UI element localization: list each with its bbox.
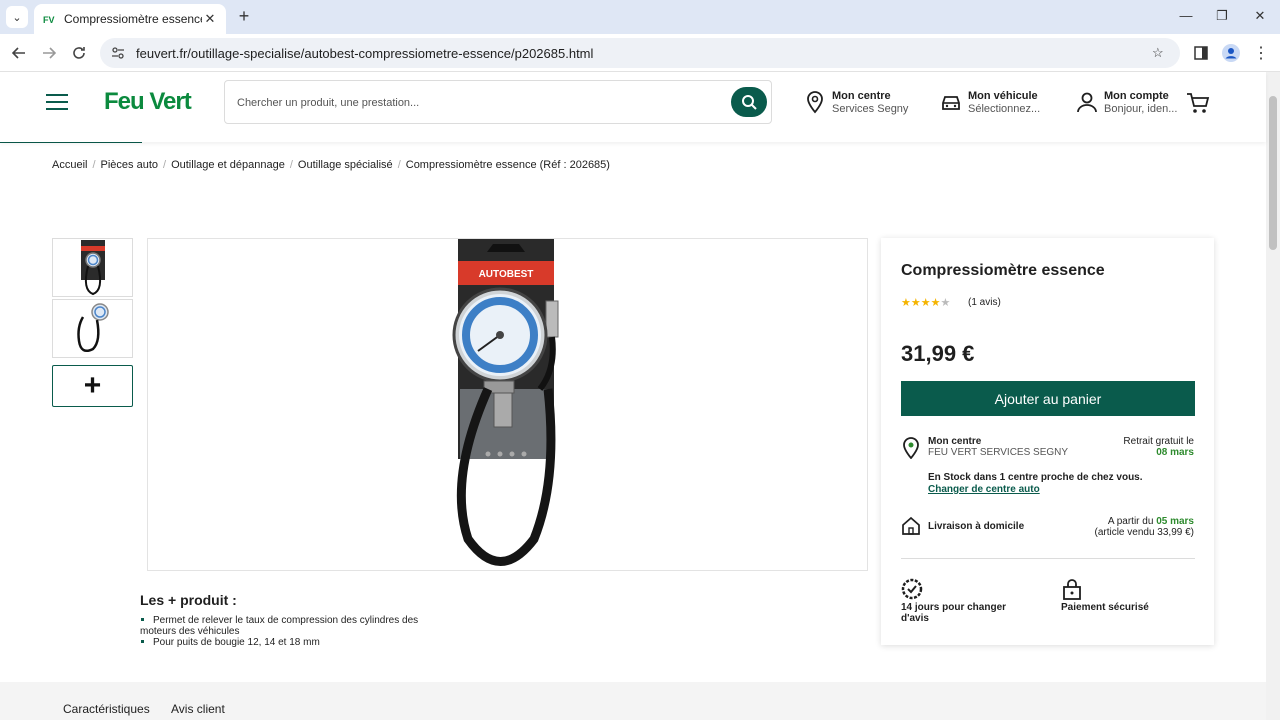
centre-subtitle: Services Segny [832,103,909,115]
add-to-cart-button[interactable]: Ajouter au panier [901,381,1195,416]
return-badge-icon [901,578,923,600]
cart-icon[interactable] [1186,92,1210,114]
breadcrumb: Accueil / Pièces auto / Outillage et dépan… [52,159,610,171]
vehicule-title: Mon véhicule [968,90,1038,102]
search-box [224,80,772,124]
delivery-date: A partir du 05 mars [1108,516,1194,527]
payment-badge-text: Paiement sécurisé [1061,602,1149,613]
menu-hamburger-icon[interactable] [46,94,68,110]
svg-text:FV: FV [43,15,55,25]
forward-arrow-icon[interactable] [38,42,60,64]
tab-title: Compressiomètre essence - Feu [64,12,202,26]
more-images-button[interactable]: + [52,365,133,407]
bookmark-star-icon[interactable]: ☆ [1152,45,1170,61]
padlock-icon [1063,579,1081,600]
browser-toolbar: feuvert.fr/outillage-specialise/autobest… [0,34,1280,72]
article-delivered-price: (article vendu 33,99 €) [1094,527,1194,538]
vehicule-subtitle: Sélectionnez... [968,103,1041,115]
browser-tabbar: ⌄ FV Compressiomètre essence - Feu ✕ + —… [0,0,1280,34]
highlights-list: Permet de relever le taux de compression… [140,615,430,648]
list-item: Permet de relever le taux de compression… [140,615,430,637]
delivery-date-label: A partir du [1107,516,1154,527]
header-mon-compte[interactable]: Mon compte Bonjour, iden... [1076,90,1177,115]
close-window-icon[interactable]: ✕ [1250,8,1270,24]
centre-title: Mon centre [832,90,891,102]
tab-close-icon[interactable]: ✕ [202,11,218,27]
site-header: Feu Vert Mon centreServices Segny Mon vé… [0,72,1266,142]
search-button[interactable] [731,87,767,117]
site-info-icon[interactable] [110,45,126,61]
maximize-icon[interactable]: ❐ [1212,8,1232,24]
centre-pin-icon [903,437,919,459]
minimize-icon[interactable]: — [1176,8,1196,23]
reload-icon[interactable] [68,42,90,64]
return-badge-text: 14 jours pour changer d'avis [901,602,1007,624]
breadcrumb-item[interactable]: Outillage spécialisé [298,159,393,171]
breadcrumb-item[interactable]: Pièces auto [101,159,158,171]
thumbnail-packaged[interactable] [52,238,133,297]
stock-status: En Stock dans 1 centre proche de chez vo… [928,472,1143,483]
compression-gauge-image: AUTOBEST [452,239,559,566]
star-icon: ★ [910,297,921,309]
breadcrumb-item[interactable]: Accueil [52,159,87,171]
header-mon-centre[interactable]: Mon centre Services Segny [804,90,908,115]
retrait-label: Retrait gratuit le [1123,436,1194,447]
location-pin-icon [807,91,823,114]
url-text: feuvert.fr/outillage-specialise/autobest… [136,45,594,61]
product-title: Compressiomètre essence [901,262,1105,279]
breadcrumb-item[interactable]: Outillage et dépannage [171,159,285,171]
brand-label: AUTOBEST [479,269,534,280]
star-icon: ★ [930,297,941,309]
browser-tab[interactable]: FV Compressiomètre essence - Feu ✕ [34,4,226,34]
thumbnail-hose[interactable] [52,299,133,358]
panel-centre-name: FEU VERT SERVICES SEGNY [928,447,1069,458]
page-scrollbar[interactable] [1266,72,1280,720]
search-input[interactable] [237,93,717,113]
product-price: 31,99 € [901,341,975,366]
retrait-date: 08 mars [1156,447,1194,458]
main-product-image[interactable]: AUTOBEST [147,238,868,571]
panel-divider [901,558,1195,559]
tab-caracteristiques[interactable]: Caractéristiques [63,702,150,716]
back-arrow-icon[interactable] [8,42,30,64]
highlight-text: Permet de relever le taux de compression… [140,615,419,637]
side-panel-icon[interactable] [1190,42,1212,64]
home-delivery-label: Livraison à domicile [928,521,1025,532]
profile-avatar-icon[interactable] [1220,42,1242,64]
scrollbar-thumb[interactable] [1269,96,1277,250]
address-bar[interactable]: feuvert.fr/outillage-specialise/autobest… [100,38,1180,68]
car-icon [942,96,960,110]
change-centre-link[interactable]: Changer de centre auto [928,484,1040,495]
tab-avis-client[interactable]: Avis client [171,702,225,716]
search-icon [742,95,757,110]
browser-menu-icon[interactable]: ⋮ [1250,42,1272,64]
rating-stars: ★★★★★ [901,296,950,309]
delivery-date-value: 05 mars [1156,516,1194,527]
compte-subtitle: Bonjour, iden... [1104,103,1178,115]
new-tab-icon[interactable]: + [234,6,254,26]
tab-search-icon[interactable]: ⌄ [6,6,28,28]
feuvert-logo[interactable]: Feu Vert [104,88,192,116]
header-mon-vehicule[interactable]: Mon véhicule Sélectionnez... [940,90,1040,115]
compte-title: Mon compte [1104,90,1169,102]
gauge-hose-image [76,302,109,352]
product-panel: Compressiomètre essence ★★★★★ (1 avis) 3… [881,238,1214,645]
highlight-text: Pour puits de bougie 12, 14 et 18 mm [153,637,320,648]
panel-centre-title: Mon centre [928,436,982,447]
star-icon: ★ [901,297,911,309]
star-empty-icon: ★ [940,297,951,309]
highlights-title: Les + produit : [140,592,237,608]
star-icon: ★ [920,297,931,309]
gauge-packaged-image [80,239,105,295]
reviews-count[interactable]: (1 avis) [968,297,1001,308]
breadcrumb-current: Compressiomètre essence (Réf : 202685) [405,159,610,171]
user-icon [1077,92,1097,113]
feuvert-favicon: FV [42,12,56,26]
home-delivery-icon [902,516,920,535]
list-item: Pour puits de bougie 12, 14 et 18 mm [140,637,430,648]
